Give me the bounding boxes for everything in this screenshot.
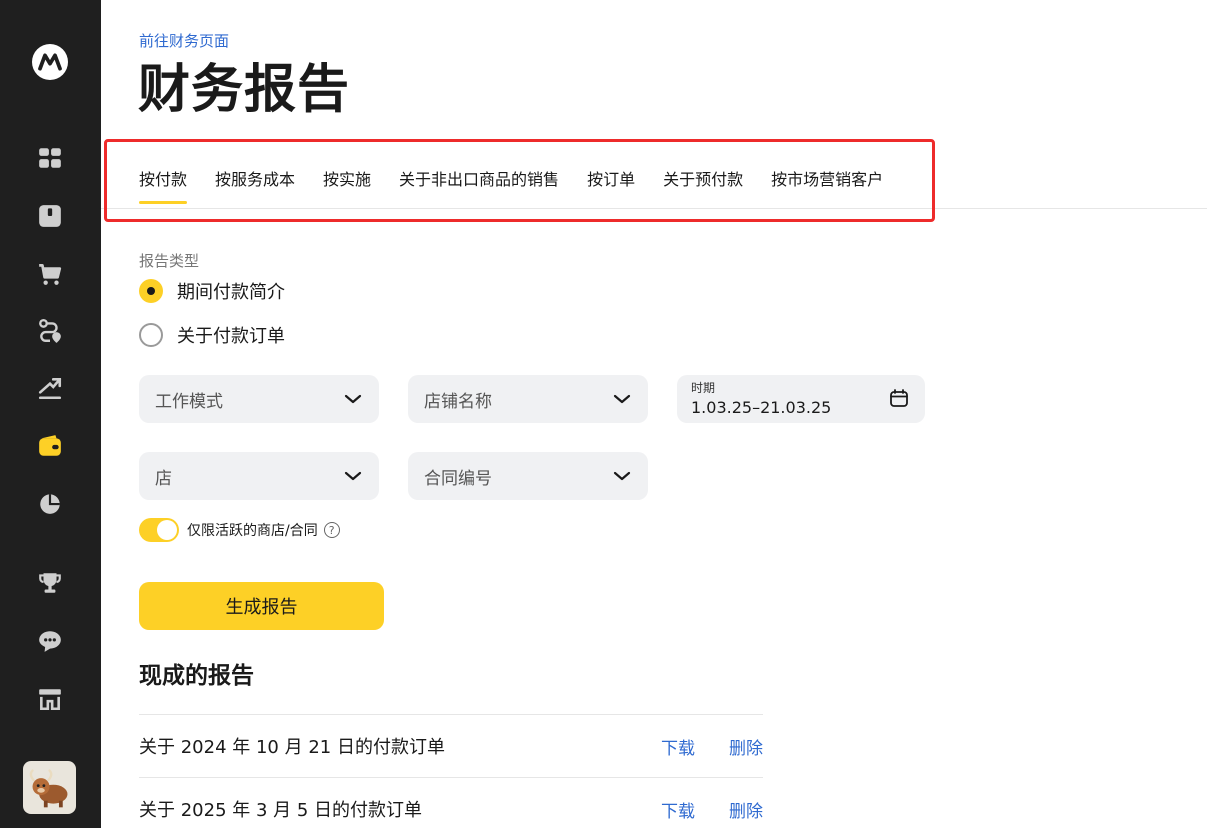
tab-by-service-cost[interactable]: 按服务成本 [215,166,295,204]
toggle-label: 仅限活跃的商店/合同 [187,523,318,539]
page-title: 财务报告 [138,60,351,120]
tab-marketing-clients[interactable]: 按市场营销客户 [771,166,883,204]
yak-avatar-icon [29,768,67,807]
period-date-field[interactable]: 时期 1.03.25–21.03.25 [677,375,925,423]
main-content: 前往财务页面 财务报告 按付款 按服务成本 按实施 关于非出口商品的销售 按订单… [101,0,1207,828]
generate-report-button[interactable]: 生成报告 [139,582,384,630]
select-placeholder: 店铺名称 [424,391,492,412]
active-only-toggle-row: 仅限活跃的商店/合同 ? [139,518,340,542]
store-name-select[interactable]: 店铺名称 [408,375,648,423]
tab-by-implementation[interactable]: 按实施 [323,166,371,204]
active-only-toggle[interactable] [139,518,179,542]
report-row: 关于 2025 年 3 月 5 日的付款订单 下载 删除 [139,777,763,828]
logo-m-icon [38,53,62,71]
select-placeholder: 店 [155,468,172,489]
select-placeholder: 工作模式 [155,391,223,412]
pie-chart-icon[interactable] [36,489,64,517]
chevron-down-icon [612,466,632,486]
select-placeholder: 合同编号 [424,468,492,489]
radio-label: 关于付款订单 [177,326,285,347]
delete-link[interactable]: 删除 [729,734,763,759]
radio-payment-orders[interactable]: 关于付款订单 [139,322,285,348]
tab-by-order[interactable]: 按订单 [587,166,635,204]
chevron-down-icon [343,389,363,409]
report-tabs: 按付款 按服务成本 按实施 关于非出口商品的销售 按订单 关于预付款 按市场营销… [139,166,911,204]
download-link[interactable]: 下载 [661,734,695,759]
report-row: 关于 2024 年 10 月 21 日的付款订单 下载 删除 [139,714,763,777]
period-label: 时期 [691,381,716,395]
store-icon[interactable] [36,685,64,713]
radio-checked-indicator[interactable] [139,279,163,303]
radio-unchecked-indicator[interactable] [139,323,163,347]
radio-period-summary[interactable]: 期间付款简介 [139,278,285,304]
delete-link[interactable]: 删除 [729,797,763,822]
tab-by-payment[interactable]: 按付款 [139,166,188,204]
market-logo[interactable] [32,44,68,80]
radio-label: 期间付款简介 [177,282,285,303]
box-icon[interactable] [36,202,64,230]
store-select[interactable]: 店 [139,452,379,500]
dashboard-icon[interactable] [36,144,64,172]
ready-reports-title: 现成的报告 [139,663,254,689]
tab-prepayment[interactable]: 关于预付款 [663,166,743,204]
trend-icon[interactable] [36,374,64,402]
tabs-divider [101,208,1207,209]
wallet-icon[interactable] [36,432,64,460]
back-to-finance-link[interactable]: 前往财务页面 [139,30,229,51]
report-name: 关于 2025 年 3 月 5 日的付款订单 [139,800,423,821]
cart-icon[interactable] [36,260,64,288]
trophy-icon[interactable] [36,569,64,597]
help-icon[interactable]: ? [323,522,340,538]
sidebar [0,0,101,828]
work-mode-select[interactable]: 工作模式 [139,375,379,423]
contract-number-select[interactable]: 合同编号 [408,452,648,500]
tab-non-export-sales[interactable]: 关于非出口商品的销售 [399,166,559,204]
calendar-icon[interactable] [889,388,909,408]
chevron-down-icon [612,389,632,409]
period-value: 1.03.25–21.03.25 [691,398,832,417]
chat-icon[interactable] [36,627,64,655]
yak-avatar[interactable] [23,761,76,814]
report-name: 关于 2024 年 10 月 21 日的付款订单 [139,737,445,758]
chevron-down-icon [343,466,363,486]
download-link[interactable]: 下载 [661,797,695,822]
route-icon[interactable] [36,317,64,345]
report-type-label: 报告类型 [139,252,200,270]
